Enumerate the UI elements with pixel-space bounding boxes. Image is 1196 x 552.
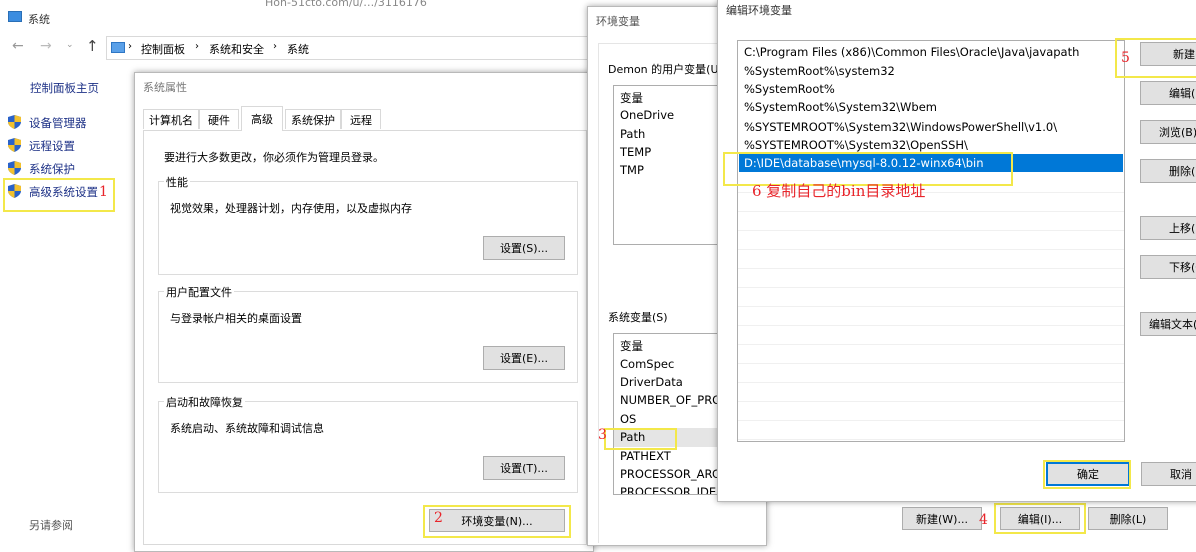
shield-icon — [8, 161, 21, 175]
forward-arrow-icon[interactable]: → — [40, 38, 52, 54]
annotation-highlight-3 — [604, 428, 677, 450]
user-profile-settings-button[interactable]: 设置(E)... — [483, 346, 565, 370]
annotation-number-2: 2 — [434, 510, 443, 526]
performance-desc: 视觉效果，处理器计划，内存使用，以及虚拟内存 — [170, 202, 412, 215]
sidebar-item-system-protection[interactable]: 系统保护 — [29, 161, 75, 177]
sidebar-item-device-manager[interactable]: 设备管理器 — [29, 115, 87, 131]
edit-text-button[interactable]: 编辑文本( — [1140, 312, 1196, 336]
empty-rows-grid — [738, 174, 1124, 441]
up-arrow-icon[interactable]: ↑ — [86, 37, 99, 55]
list-item[interactable]: OS — [620, 412, 636, 426]
env-new-button[interactable]: 新建(W)... — [902, 507, 982, 530]
shield-icon — [8, 138, 21, 152]
dialog-title: 系统属性 — [143, 81, 187, 94]
admin-note: 要进行大多数更改，你必须作为管理员登录。 — [164, 151, 384, 164]
system-window-icon — [8, 11, 22, 22]
tab-hardware[interactable]: 硬件 — [199, 109, 239, 129]
user-profile-title: 用户配置文件 — [164, 284, 234, 300]
annotation-number-5: 5 — [1121, 50, 1130, 66]
path-row[interactable]: %SystemRoot% — [739, 80, 1123, 98]
tab-system-protection[interactable]: 系统保护 — [285, 109, 341, 129]
annotation-number-1: 1 — [99, 184, 108, 200]
path-row[interactable]: %SystemRoot%\system32 — [739, 62, 1123, 80]
address-bar[interactable]: › 控制面板 › 系统和安全 › 系统 — [106, 36, 600, 60]
annotation-number-6: 6 复制自己的bin目录地址 — [752, 182, 926, 200]
performance-settings-button[interactable]: 设置(S)... — [483, 236, 565, 260]
startup-recovery-settings-button[interactable]: 设置(T)... — [483, 456, 565, 480]
system-properties-dialog: 系统属性 计算机名 硬件 高级 系统保护 远程 要进行大多数更改，你必须作为管理… — [134, 72, 594, 552]
path-list[interactable]: C:\Program Files (x86)\Common Files\Orac… — [737, 40, 1125, 442]
tab-computer-name[interactable]: 计算机名 — [143, 109, 199, 129]
recent-dropdown-icon[interactable]: ⌄ — [66, 40, 74, 50]
background-tab-text: Hon-51cto.com/u/…/3116176 — [265, 0, 427, 9]
list-item[interactable]: TMP — [620, 163, 644, 177]
user-profile-desc: 与登录帐户相关的桌面设置 — [170, 312, 302, 325]
edit-dialog-title: 编辑环境变量 — [726, 4, 792, 17]
window-title: 系统 — [28, 13, 50, 26]
system-vars-column-header[interactable]: 变量 — [620, 338, 643, 354]
list-item[interactable]: DriverData — [620, 375, 683, 389]
startup-recovery-title: 启动和故障恢复 — [164, 394, 245, 410]
list-item[interactable]: PATHEXT — [620, 449, 671, 463]
user-vars-label: Demon 的用户变量(U) — [608, 63, 723, 76]
breadcrumb-separator-icon: › — [128, 41, 132, 52]
list-item[interactable]: NUMBER_OF_PRO — [620, 393, 721, 407]
sidebar-item-remote-settings[interactable]: 远程设置 — [29, 138, 75, 154]
path-row[interactable]: C:\Program Files (x86)\Common Files\Orac… — [739, 43, 1123, 61]
user-vars-column-header[interactable]: 变量 — [620, 90, 643, 106]
tab-panel: 要进行大多数更改，你必须作为管理员登录。 性能 视觉效果，处理器计划，内存使用，… — [143, 131, 587, 545]
nav-bar: ← → ⌄ ↑ › 控制面板 › 系统和安全 › 系统 — [0, 36, 600, 60]
performance-title: 性能 — [164, 174, 190, 190]
title-bar: 系统 Hon-51cto.com/u/…/3116176 — [0, 0, 600, 34]
user-profile-group: 用户配置文件 与登录帐户相关的桌面设置 设置(E)... — [158, 284, 578, 383]
list-item[interactable]: PROCESSOR_ARC — [620, 467, 720, 481]
list-item[interactable]: PROCESSOR_IDEN — [620, 485, 725, 494]
startup-recovery-desc: 系统启动、系统故障和调试信息 — [170, 422, 324, 435]
path-row[interactable]: %SYSTEMROOT%\System32\WindowsPowerShell\… — [739, 118, 1123, 136]
back-arrow-icon[interactable]: ← — [12, 38, 24, 54]
breadcrumb-system-security[interactable]: 系统和安全 — [209, 41, 264, 57]
breadcrumb-separator-icon: › — [273, 41, 277, 52]
startup-recovery-group: 启动和故障恢复 系统启动、系统故障和调试信息 设置(T)... — [158, 394, 578, 493]
list-item[interactable]: OneDrive — [620, 108, 674, 122]
system-vars-label: 系统变量(S) — [608, 311, 668, 324]
tab-advanced[interactable]: 高级 — [241, 106, 283, 131]
annotation-highlight-ok — [1043, 460, 1131, 489]
edit-browse-button[interactable]: 浏览(B) — [1140, 120, 1196, 144]
annotation-number-3: 3 — [598, 427, 607, 443]
env-dialog-title: 环境变量 — [596, 15, 640, 28]
tab-remote[interactable]: 远程 — [341, 109, 381, 129]
annotation-highlight-2 — [423, 505, 571, 538]
shield-icon — [8, 115, 21, 129]
edit-edit-button[interactable]: 编辑(E — [1140, 81, 1196, 105]
cancel-button[interactable]: 取消 — [1141, 462, 1196, 486]
control-panel-icon — [111, 42, 125, 53]
annotation-number-4: 4 — [979, 512, 988, 528]
breadcrumb-system[interactable]: 系统 — [287, 41, 309, 57]
see-also-label: 另请参阅 — [29, 519, 73, 532]
breadcrumb-separator-icon: › — [195, 41, 199, 52]
edit-move-up-button[interactable]: 上移(U — [1140, 216, 1196, 240]
edit-delete-button[interactable]: 删除(D — [1140, 159, 1196, 183]
list-item[interactable]: Path — [620, 127, 645, 141]
list-item[interactable]: TEMP — [620, 145, 651, 159]
breadcrumb-control-panel[interactable]: 控制面板 — [141, 41, 185, 57]
tab-strip: 计算机名 硬件 高级 系统保护 远程 — [143, 106, 587, 131]
list-item[interactable]: ComSpec — [620, 357, 674, 371]
edit-move-down-button[interactable]: 下移(O — [1140, 255, 1196, 279]
sidebar-home-link[interactable]: 控制面板主页 — [30, 80, 99, 96]
path-row[interactable]: %SystemRoot%\System32\Wbem — [739, 98, 1123, 116]
env-delete-button[interactable]: 删除(L) — [1088, 507, 1168, 530]
annotation-highlight-4 — [994, 503, 1086, 534]
performance-group: 性能 视觉效果，处理器计划，内存使用，以及虚拟内存 设置(S)... — [158, 174, 578, 275]
